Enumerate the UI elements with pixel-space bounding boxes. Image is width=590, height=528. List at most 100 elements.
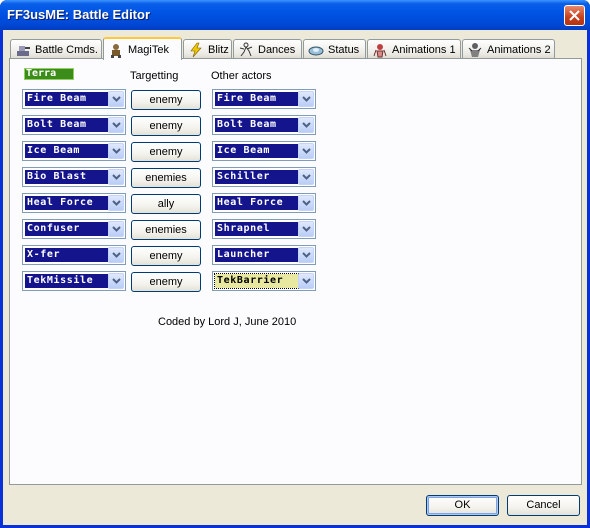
dropdown-arrow[interactable]: [298, 195, 314, 211]
dropdown-arrow[interactable]: [298, 221, 314, 237]
other-actors-attack-select[interactable]: Shrapnel: [212, 219, 316, 239]
terra-attack-value: Confuser: [25, 222, 108, 236]
chevron-down-icon: [301, 122, 311, 128]
dropdown-arrow[interactable]: [298, 273, 314, 289]
tab-dances[interactable]: Dances: [233, 39, 302, 59]
close-button[interactable]: [564, 5, 585, 26]
tab-label: Status: [328, 43, 360, 56]
terra-attack-value: Fire Beam: [25, 92, 108, 106]
other-actors-attack-select[interactable]: Heal Force: [212, 193, 316, 213]
other-actors-attack-select[interactable]: TekBarrier: [212, 271, 316, 291]
dropdown-arrow[interactable]: [108, 273, 124, 289]
tab-magitek[interactable]: MagiTek: [103, 37, 182, 60]
chevron-down-icon: [111, 174, 121, 180]
terra-attack-select[interactable]: Bio Blast: [22, 167, 126, 187]
dropdown-arrow[interactable]: [108, 247, 124, 263]
terra-attack-select[interactable]: Confuser: [22, 219, 126, 239]
target-button[interactable]: enemy: [131, 272, 201, 292]
other-actors-attack-select[interactable]: Ice Beam: [212, 141, 316, 161]
other-actors-attack-value: Heal Force: [215, 196, 298, 210]
tab-label: Animations 1: [392, 43, 456, 56]
lightning-icon: [188, 42, 204, 58]
chevron-down-icon: [301, 252, 311, 258]
dropdown-arrow[interactable]: [108, 169, 124, 185]
chevron-down-icon: [111, 226, 121, 232]
dropdown-arrow[interactable]: [108, 221, 124, 237]
battle-editor-window: FF3usME: Battle Editor Battle Cmds. Magi…: [0, 0, 590, 528]
target-button[interactable]: ally: [131, 194, 201, 214]
chevron-down-icon: [301, 148, 311, 154]
target-button[interactable]: enemies: [131, 168, 201, 188]
tab-battle-cmds[interactable]: Battle Cmds.: [10, 39, 102, 59]
other-actors-attack-value: Shrapnel: [215, 222, 298, 236]
other-actors-attack-value: Bolt Beam: [215, 118, 298, 132]
tab-blitz[interactable]: Blitz: [183, 39, 232, 59]
other-actors-header: Other actors: [211, 70, 272, 82]
dropdown-arrow[interactable]: [108, 117, 124, 133]
credit-text: Coded by Lord J, June 2010: [158, 316, 297, 328]
tab-label: Dances: [258, 43, 296, 56]
chevron-down-icon: [301, 174, 311, 180]
dances-icon: [238, 42, 254, 58]
chevron-down-icon: [301, 200, 311, 206]
terra-attack-value: TekMissile: [25, 274, 108, 288]
magitek-icon: [108, 42, 124, 58]
target-button[interactable]: enemy: [131, 142, 201, 162]
title-bar[interactable]: FF3usME: Battle Editor: [0, 0, 590, 30]
dropdown-arrow[interactable]: [298, 117, 314, 133]
target-button[interactable]: enemy: [131, 90, 201, 110]
chevron-down-icon: [111, 252, 121, 258]
close-icon: [569, 10, 580, 21]
terra-attack-select[interactable]: Bolt Beam: [22, 115, 126, 135]
animations2-icon: [467, 42, 483, 58]
terra-attack-select[interactable]: TekMissile: [22, 271, 126, 291]
other-actors-attack-select[interactable]: Launcher: [212, 245, 316, 265]
tab-animations-2[interactable]: Animations 2: [462, 39, 555, 59]
terra-attack-value: Bio Blast: [25, 170, 108, 184]
magitek-panel: Terra Targetting Other actors Fire Beam …: [9, 58, 582, 485]
other-actors-attack-select[interactable]: Bolt Beam: [212, 115, 316, 135]
terra-attack-value: Bolt Beam: [25, 118, 108, 132]
tab-status[interactable]: Status: [303, 39, 366, 59]
terra-attack-select[interactable]: X-fer: [22, 245, 126, 265]
other-actors-attack-value: Launcher: [215, 248, 298, 262]
targetting-header: Targetting: [130, 70, 179, 82]
dropdown-arrow[interactable]: [108, 195, 124, 211]
dropdown-arrow[interactable]: [298, 143, 314, 159]
other-actors-attack-value: Schiller: [215, 170, 298, 184]
chevron-down-icon: [301, 226, 311, 232]
animations1-icon: [372, 42, 388, 58]
dropdown-arrow[interactable]: [108, 143, 124, 159]
window-client: Battle Cmds. MagiTek Blitz Dances Status…: [3, 30, 587, 525]
other-actors-attack-select[interactable]: Schiller: [212, 167, 316, 187]
other-actors-attack-select[interactable]: Fire Beam: [212, 89, 316, 109]
tab-label: Animations 2: [487, 43, 551, 56]
dropdown-arrow[interactable]: [298, 91, 314, 107]
terra-attack-select[interactable]: Fire Beam: [22, 89, 126, 109]
dropdown-arrow[interactable]: [108, 91, 124, 107]
chevron-down-icon: [111, 148, 121, 154]
tab-animations-1[interactable]: Animations 1: [367, 39, 461, 59]
tab-label: Blitz: [208, 43, 229, 56]
dropdown-arrow[interactable]: [298, 169, 314, 185]
terra-attack-value: X-fer: [25, 248, 108, 262]
terra-attack-select[interactable]: Heal Force: [22, 193, 126, 213]
chevron-down-icon: [301, 96, 311, 102]
ok-button[interactable]: OK: [426, 495, 499, 516]
other-actors-attack-value: Ice Beam: [215, 144, 298, 158]
target-button[interactable]: enemy: [131, 116, 201, 136]
target-button[interactable]: enemy: [131, 246, 201, 266]
character-name-label: Terra: [24, 68, 74, 80]
chevron-down-icon: [111, 278, 121, 284]
chevron-down-icon: [111, 96, 121, 102]
other-actors-attack-value: TekBarrier: [214, 273, 299, 289]
window-title: FF3usME: Battle Editor: [7, 7, 151, 22]
terra-attack-select[interactable]: Ice Beam: [22, 141, 126, 161]
target-button[interactable]: enemies: [131, 220, 201, 240]
cancel-button[interactable]: Cancel: [507, 495, 580, 516]
battle-cmds-icon: [15, 42, 31, 58]
chevron-down-icon: [301, 278, 311, 284]
terra-attack-value: Heal Force: [25, 196, 108, 210]
dropdown-arrow[interactable]: [298, 247, 314, 263]
other-actors-attack-value: Fire Beam: [215, 92, 298, 106]
